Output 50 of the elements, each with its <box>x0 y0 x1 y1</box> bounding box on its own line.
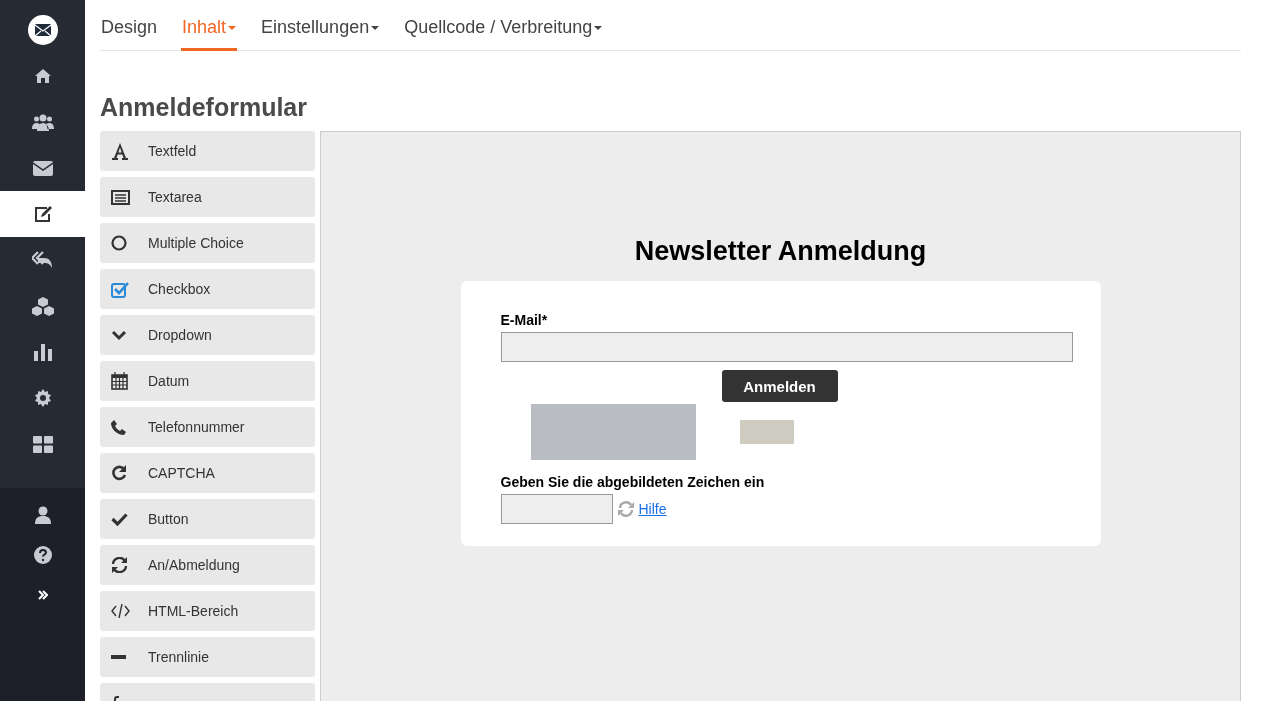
calendar-icon <box>111 372 128 390</box>
form-element-item[interactable]: Telefonnummer <box>100 407 315 447</box>
form-element-item[interactable]: Datum <box>100 361 315 401</box>
users-icon <box>31 113 54 131</box>
form-element-item[interactable]: Textfeld <box>100 131 315 171</box>
chevron-down-icon <box>111 329 127 341</box>
letter-a-icon <box>111 142 129 160</box>
form-element-item[interactable]: Multiple Choice <box>100 223 315 263</box>
bar-chart-icon <box>33 343 52 361</box>
field-label: E-Mail* <box>500 312 549 328</box>
grid-icon <box>32 435 53 453</box>
phone-icon <box>111 419 126 435</box>
email-field[interactable] <box>500 332 1073 362</box>
edit-icon <box>32 205 53 223</box>
mail-logo-icon <box>27 15 58 45</box>
form-element-item[interactable]: Checkbox <box>100 269 315 309</box>
minus-icon <box>111 655 126 659</box>
help-icon <box>33 546 52 564</box>
envelope-icon <box>32 160 53 176</box>
form-element-item[interactable]: Trennlinie <box>100 637 315 677</box>
user-icon <box>34 506 51 524</box>
list-box-icon <box>111 189 130 205</box>
form-element-item[interactable]: CAPTCHA <box>100 453 315 493</box>
refresh-icon <box>111 465 127 481</box>
checkbox-icon <box>111 280 129 298</box>
circle-icon <box>111 235 127 251</box>
captcha-image <box>739 420 794 444</box>
form-element-item[interactable]: Button <box>100 499 315 539</box>
form-element-item[interactable]: An/Abmeldung <box>100 545 315 585</box>
captcha-field[interactable] <box>500 494 613 524</box>
form-heading: Newsletter Anmeldung <box>634 236 927 267</box>
reply-all-icon <box>31 251 54 269</box>
form-element-item[interactable]: HTML-Bereich <box>100 591 315 631</box>
help-link[interactable]: Hilfe <box>638 501 667 517</box>
form-element-item[interactable]: Textarea <box>100 177 315 217</box>
check-icon <box>111 512 128 526</box>
tab[interactable]: Einstellungen <box>260 17 381 51</box>
code-icon <box>111 604 130 618</box>
tab[interactable]: Design <box>100 17 159 51</box>
nav-item[interactable] <box>0 191 85 237</box>
sync-icon <box>111 557 128 573</box>
double-chevron-icon <box>37 590 48 600</box>
settings-icon <box>33 389 52 407</box>
submit-button[interactable]: Anmelden <box>721 370 838 402</box>
tab[interactable]: Quellcode / Verbreitung <box>403 17 604 51</box>
page-title: Anmeldeformular <box>100 93 308 122</box>
form-element-item[interactable]: Dropdown <box>100 315 315 355</box>
cubes-icon <box>30 296 55 316</box>
field-label: Geben Sie die abgebildeten Zeichen ein <box>500 474 766 490</box>
home-icon <box>33 68 52 84</box>
